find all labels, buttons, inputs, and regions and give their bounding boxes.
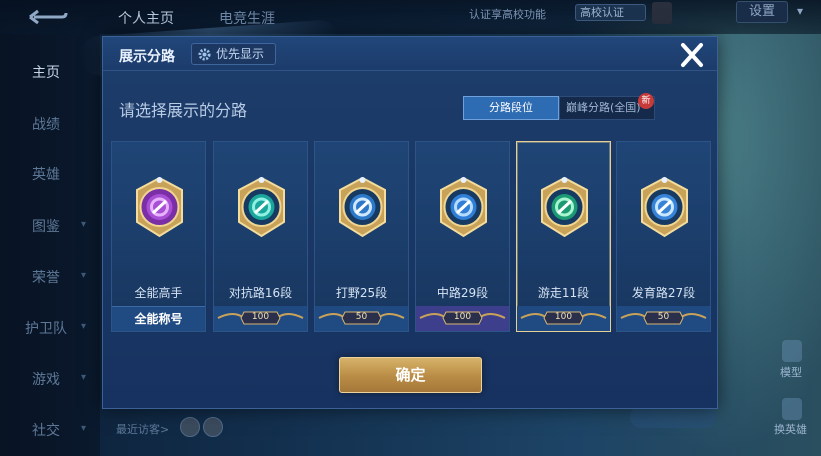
tab-lane-rank[interactable]: 分路段位 <box>463 96 559 120</box>
lane-card[interactable]: 发育路27段 50 <box>616 141 711 332</box>
lane-card-label: 全能高手 <box>134 286 183 300</box>
school-badge-label: 高校认证 <box>580 6 624 19</box>
priority-display-button[interactable]: 优先显示 <box>191 43 276 65</box>
sidebar-item-home[interactable]: 主页 <box>32 62 60 82</box>
chevron-down-icon: ▾ <box>81 321 87 332</box>
lane-emblem-icon <box>541 176 588 238</box>
avatar[interactable] <box>180 417 200 437</box>
sidebar-item-heroes[interactable]: 英雄 <box>32 164 60 184</box>
lane-card[interactable]: 中路29段 100 <box>415 141 510 332</box>
rank-badge-number: 100 <box>453 312 472 322</box>
back-arrow-icon[interactable] <box>26 8 70 26</box>
switch-hero-icon[interactable] <box>782 398 802 420</box>
lane-card-label: 中路29段 <box>436 286 489 300</box>
lane-card[interactable]: 对抗路16段 100 <box>213 141 308 332</box>
chevron-down-icon: ▾ <box>81 270 87 281</box>
lane-card[interactable]: 游走11段 100 <box>516 141 611 332</box>
bottom-controls[interactable] <box>630 406 716 428</box>
selection-prompt: 请选择展示的分路 <box>119 101 248 120</box>
sidebar-item-games[interactable]: 游戏 <box>32 369 60 389</box>
card-footer-label: 全能称号 <box>134 312 183 326</box>
sidebar-item-honor[interactable]: 荣誉 <box>32 267 60 287</box>
chevron-down-icon[interactable]: ▾ <box>797 4 803 18</box>
card-footer: 100 <box>214 306 307 331</box>
top-bar: 个人主页 电竞生涯 认证享高校功能 高校认证 设置 ▾ <box>0 0 821 34</box>
chevron-down-icon: ▾ <box>81 372 87 383</box>
sidebar-item-record[interactable]: 战绩 <box>32 114 60 134</box>
card-footer: 50 <box>617 306 710 331</box>
rank-badge-number: 50 <box>355 312 368 322</box>
lane-emblem-icon <box>339 176 386 238</box>
sidebar-item-codex[interactable]: 图鉴 <box>32 216 60 236</box>
chevron-down-icon: ▾ <box>81 423 87 434</box>
rank-badge-number: 100 <box>554 312 573 322</box>
lane-card-label: 游走11段 <box>537 286 590 300</box>
dialog-title: 展示分路 <box>119 49 175 65</box>
auth-link[interactable]: 认证享高校功能 <box>469 6 546 22</box>
close-icon[interactable] <box>677 41 707 69</box>
lane-card-label: 打野25段 <box>335 286 388 300</box>
lane-display-dialog: 展示分路 优先显示 请选择展示的分路 分路段位 巅峰分路(全国) 新 全能高手全… <box>102 36 718 409</box>
card-footer: 50 <box>315 306 408 331</box>
card-footer: 全能称号 <box>112 306 205 331</box>
recent-visitors-link[interactable]: 最近访客> <box>116 421 169 437</box>
lane-card-label: 发育路27段 <box>631 286 696 300</box>
sidebar-item-social[interactable]: 社交 <box>32 420 60 440</box>
lane-emblem-icon <box>238 176 285 238</box>
lane-emblem-icon <box>136 176 183 238</box>
card-footer: 100 <box>416 306 509 331</box>
sidebar-item-guard-team[interactable]: 护卫队 <box>25 318 67 338</box>
vip-avatar[interactable] <box>652 2 672 24</box>
confirm-button[interactable]: 确定 <box>339 357 482 393</box>
card-footer: 100 <box>517 306 610 331</box>
rank-badge-number: 50 <box>657 312 670 322</box>
lane-emblem-icon <box>641 176 688 238</box>
gear-icon <box>198 48 211 61</box>
model-label: 模型 <box>780 366 802 379</box>
chevron-down-icon: ▾ <box>81 219 87 230</box>
rank-badge-number: 100 <box>251 312 270 322</box>
avatar[interactable] <box>203 417 223 437</box>
lane-card[interactable]: 全能高手 全能称号 <box>111 141 206 332</box>
sidebar <box>0 34 100 456</box>
lane-card[interactable]: 打野25段 50 <box>314 141 409 332</box>
switch-hero-label: 换英雄 <box>774 423 807 436</box>
lane-emblem-icon <box>440 176 487 238</box>
new-badge: 新 <box>638 93 654 109</box>
tab-profile[interactable]: 个人主页 <box>118 8 174 28</box>
settings-button[interactable]: 设置 <box>736 1 788 23</box>
priority-display-label: 优先显示 <box>216 47 265 61</box>
lane-card-label: 对抗路16段 <box>228 286 293 300</box>
dialog-header: 展示分路 优先显示 <box>103 37 717 71</box>
model-icon[interactable] <box>782 340 802 362</box>
school-badge[interactable]: 高校认证 <box>575 4 646 21</box>
